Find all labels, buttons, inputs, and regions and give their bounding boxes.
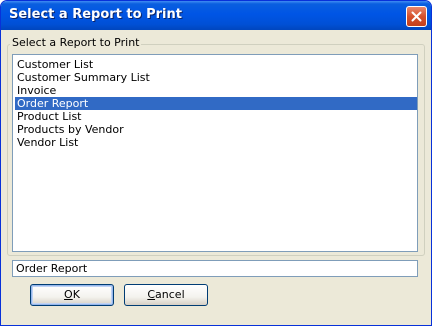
dialog-window: Select a Report to Print Select a Report… bbox=[0, 0, 432, 326]
list-item-product-list[interactable]: Product List bbox=[15, 110, 417, 123]
list-item-vendor-list[interactable]: Vendor List bbox=[15, 136, 417, 149]
group-label: Select a Report to Print bbox=[10, 36, 142, 49]
window-title: Select a Report to Print bbox=[9, 7, 182, 22]
ok-mnemonic: O bbox=[64, 288, 73, 301]
list-item-customer-summary-list[interactable]: Customer Summary List bbox=[15, 71, 417, 84]
selected-report-field[interactable]: Order Report bbox=[12, 260, 418, 277]
title-bar[interactable]: Select a Report to Print bbox=[1, 1, 431, 30]
cancel-mnemonic: C bbox=[147, 288, 156, 301]
list-item-order-report[interactable]: Order Report bbox=[15, 97, 417, 110]
list-item-invoice[interactable]: Invoice bbox=[15, 84, 417, 97]
ok-label: K bbox=[72, 288, 80, 301]
cancel-button[interactable]: Cancel bbox=[124, 284, 208, 306]
list-item-customer-list[interactable]: Customer List bbox=[15, 58, 417, 71]
report-listbox[interactable]: Customer List Customer Summary List Invo… bbox=[12, 54, 418, 252]
cancel-label: ancel bbox=[155, 288, 185, 301]
close-icon bbox=[411, 11, 422, 22]
ok-button[interactable]: OK bbox=[30, 284, 114, 306]
list-item-products-by-vendor[interactable]: Products by Vendor bbox=[15, 123, 417, 136]
close-button[interactable] bbox=[406, 6, 427, 27]
